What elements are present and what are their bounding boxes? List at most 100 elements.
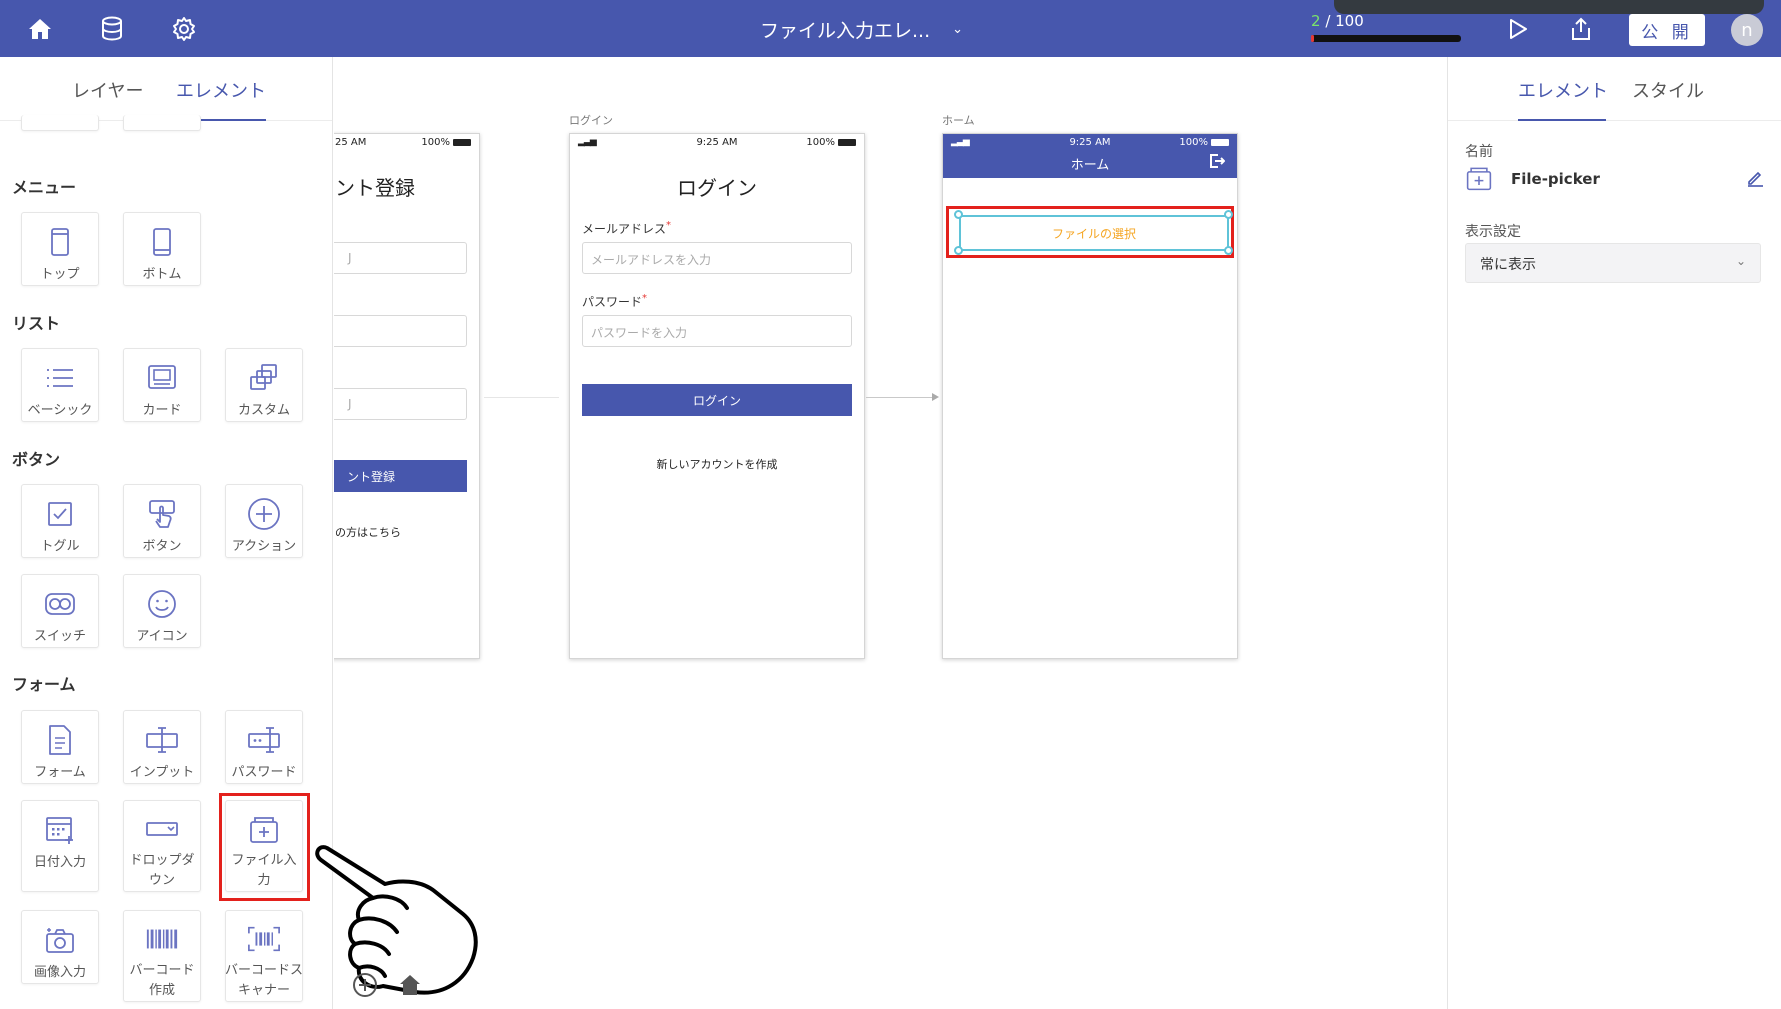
list-icon	[43, 361, 77, 395]
custom-blocks-icon	[247, 361, 281, 395]
element-toggle[interactable]: トグル	[21, 484, 99, 558]
element-basic-list[interactable]: ベーシック	[21, 348, 99, 422]
battery-icon	[838, 139, 856, 146]
element-barcode-create[interactable]: バーコード作成	[123, 910, 201, 1002]
card-icon	[145, 361, 179, 395]
upload-icon[interactable]	[1566, 14, 1596, 44]
status-bar: 25 AM 100%	[334, 134, 479, 150]
element-barcode-scanner[interactable]: バーコードスキャナー	[225, 910, 303, 1002]
element-top-menu[interactable]: トップ	[21, 212, 99, 286]
tab-style[interactable]: スタイル	[1632, 77, 1704, 103]
element-bottom-menu[interactable]: ボトム	[123, 212, 201, 286]
add-screen-icon[interactable]	[352, 972, 378, 998]
window-strip	[1334, 0, 1764, 14]
element-image-input[interactable]: 画像入力	[21, 910, 99, 984]
screen-login[interactable]: ▂▃▅ 9:25 AM 100% ログイン メールアドレス* メールアドレスを入…	[569, 133, 865, 659]
battery-indicator: 100%	[1179, 137, 1229, 148]
publish-button[interactable]: 公 開	[1629, 14, 1705, 46]
home-icon[interactable]	[25, 14, 55, 44]
canvas-tools	[352, 972, 422, 998]
left-panel: レイヤー エレメント メニュー トップ ボトム リスト ベーシック カード カス…	[0, 57, 333, 1009]
resize-handle[interactable]	[954, 210, 963, 219]
tab-element-props[interactable]: エレメント	[1518, 77, 1608, 103]
register-button[interactable]: ント登録	[334, 460, 467, 492]
element-tile-partial[interactable]	[123, 115, 201, 131]
counter-current: 2	[1311, 12, 1321, 30]
register-input[interactable]: J	[334, 388, 467, 420]
logout-icon[interactable]	[1209, 153, 1226, 173]
barcode-scan-icon	[247, 923, 281, 955]
tile-label: トップ	[40, 267, 80, 282]
password-field[interactable]: パスワードを入力	[582, 315, 852, 347]
file-picker-button[interactable]: ファイルの選択	[959, 215, 1229, 251]
element-password[interactable]: パスワード	[225, 710, 303, 784]
status-time: 25 AM	[335, 137, 367, 148]
left-panel-tabs: レイヤー エレメント	[0, 57, 332, 121]
status-bar: ▂▃▅ 9:25 AM 100%	[943, 134, 1237, 150]
project-title-dropdown[interactable]: ファイル入力エレ... ⌄	[760, 16, 1020, 43]
visibility-select[interactable]: 常に表示 ⌄	[1465, 243, 1761, 283]
chevron-down-icon: ⌄	[1735, 254, 1746, 268]
tile-label: フォーム	[34, 765, 86, 780]
project-title: ファイル入力エレ...	[760, 20, 931, 42]
login-link[interactable]: の方はこちら	[335, 524, 401, 540]
password-input-icon	[247, 723, 281, 757]
arrow-right-icon	[932, 393, 939, 401]
design-canvas[interactable]: 25 AM 100% ント登録 J J ント登録 の方はこちら ログイン ▂▃▅…	[334, 57, 1446, 1009]
element-dropdown[interactable]: ドロップダウン	[123, 800, 201, 892]
tile-label: 画像入力	[33, 965, 86, 980]
element-icon[interactable]: アイコン	[123, 574, 201, 648]
register-heading: ント登録	[335, 176, 415, 200]
home-screen-icon[interactable]	[398, 972, 422, 998]
section-title-form: フォーム	[12, 675, 76, 694]
element-name: File-picker	[1511, 170, 1600, 188]
play-icon[interactable]	[1503, 14, 1533, 44]
gear-icon[interactable]	[169, 14, 199, 44]
tab-elements[interactable]: エレメント	[176, 77, 266, 103]
name-label: 名前	[1465, 144, 1493, 160]
tile-label: バーコード作成	[129, 963, 195, 998]
tab-layers[interactable]: レイヤー	[72, 77, 143, 103]
register-input[interactable]: J	[334, 242, 467, 274]
register-input[interactable]	[334, 315, 467, 347]
element-input[interactable]: インプット	[123, 710, 201, 784]
element-action-button[interactable]: アクション	[225, 484, 303, 558]
battery-icon	[1211, 139, 1229, 146]
element-form[interactable]: フォーム	[21, 710, 99, 784]
resize-handle[interactable]	[1224, 246, 1233, 255]
required-mark: *	[642, 293, 648, 304]
file-picker-icon	[1465, 164, 1493, 196]
login-heading: ログイン	[677, 176, 757, 200]
login-button[interactable]: ログイン	[582, 384, 852, 416]
element-custom-list[interactable]: カスタム	[225, 348, 303, 422]
required-mark: *	[666, 220, 672, 231]
email-label-text: メールアドレス	[582, 222, 667, 236]
usage-progress-bar	[1311, 35, 1461, 42]
tile-label: ボタン	[142, 539, 182, 554]
resize-handle[interactable]	[1224, 210, 1233, 219]
tile-label: カード	[142, 403, 182, 418]
tile-label: ベーシック	[27, 403, 93, 418]
element-switch[interactable]: スイッチ	[21, 574, 99, 648]
checkbox-icon	[43, 497, 77, 531]
home-title: ホーム	[1070, 158, 1110, 173]
battery-indicator: 100%	[421, 137, 471, 148]
database-icon[interactable]	[97, 14, 127, 44]
screen-home[interactable]: ▂▃▅ 9:25 AM 100% ホーム ファイルの選択	[942, 133, 1238, 659]
create-account-link[interactable]: 新しいアカウントを作成	[570, 456, 864, 472]
email-field[interactable]: メールアドレスを入力	[582, 242, 852, 274]
element-button[interactable]: ボタン	[123, 484, 201, 558]
smiley-icon	[145, 587, 179, 621]
screen-register[interactable]: 25 AM 100% ント登録 J J ント登録 の方はこちら	[334, 133, 480, 659]
element-card-list[interactable]: カード	[123, 348, 201, 422]
input-hint: J	[348, 251, 352, 265]
tile-label: アクション	[231, 539, 297, 554]
screen-counter: 2 / 100	[1311, 12, 1364, 30]
tile-label: パスワード	[231, 765, 297, 780]
avatar[interactable]: n	[1731, 14, 1763, 46]
edit-icon[interactable]	[1746, 169, 1764, 191]
calendar-icon	[43, 813, 77, 847]
resize-handle[interactable]	[954, 246, 963, 255]
element-date-input[interactable]: 日付入力	[21, 800, 99, 892]
element-tile-partial[interactable]	[21, 115, 99, 131]
